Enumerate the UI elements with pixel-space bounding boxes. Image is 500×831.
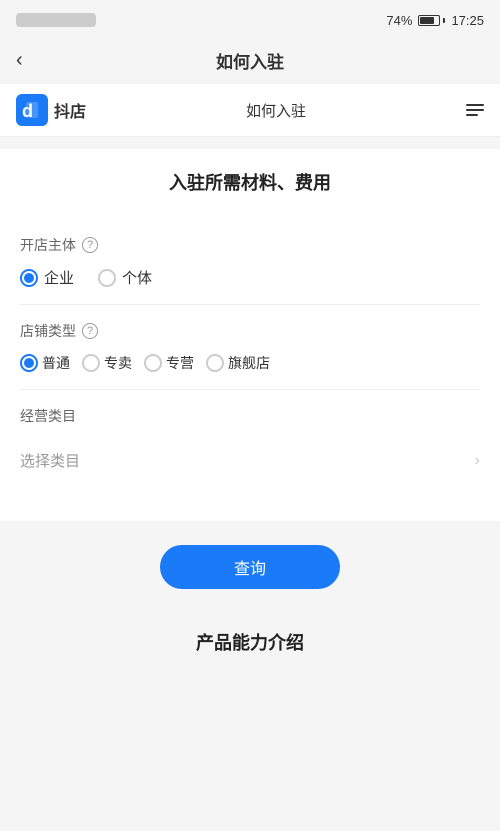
menu-line-3 [466, 114, 478, 116]
owner-type-label: 开店主体 ? [20, 235, 480, 255]
radio-label-exclusive: 专卖 [104, 353, 132, 373]
radio-circle-exclusive [82, 354, 100, 372]
back-button[interactable]: ‹ [16, 49, 23, 72]
battery-icon [418, 15, 445, 26]
radio-circle-flagship [206, 354, 224, 372]
menu-icon[interactable] [466, 104, 484, 116]
app-header: d 抖店 如何入驻 [0, 84, 500, 137]
nav-bar: ‹ 如何入驻 [0, 36, 500, 84]
store-type-group: 店铺类型 ? 普通 专卖 专营 旗舰店 [20, 305, 480, 390]
radio-normal[interactable]: 普通 [20, 353, 70, 373]
owner-type-radio-group: 企业 个体 [20, 267, 480, 288]
category-label: 经营类目 [20, 406, 480, 426]
menu-line-2 [466, 109, 484, 111]
status-bar-app-info [16, 13, 96, 27]
radio-label-normal: 普通 [42, 353, 70, 373]
app-name: 抖店 [54, 98, 86, 122]
radio-enterprise[interactable]: 企业 [20, 267, 74, 288]
query-button[interactable]: 查询 [160, 545, 340, 589]
chevron-right-icon: › [475, 452, 480, 470]
radio-label-enterprise: 企业 [44, 267, 74, 288]
category-selector[interactable]: 选择类目 › [20, 438, 480, 475]
section-title: 入驻所需材料、费用 [20, 169, 480, 195]
radio-exclusive[interactable]: 专卖 [82, 353, 132, 373]
radio-circle-special [144, 354, 162, 372]
menu-line-1 [466, 104, 484, 106]
app-logo-icon: d [16, 94, 48, 126]
app-header-center-title: 如何入驻 [246, 100, 306, 121]
bottom-section: 产品能力介绍 [0, 609, 500, 675]
owner-type-help-icon[interactable]: ? [82, 237, 98, 253]
app-logo: d 抖店 [16, 94, 86, 126]
bottom-title: 产品能力介绍 [20, 629, 480, 655]
battery-percent: 74% [386, 13, 412, 28]
category-placeholder: 选择类目 [20, 450, 80, 471]
store-type-help-icon[interactable]: ? [82, 323, 98, 339]
store-type-label: 店铺类型 ? [20, 321, 480, 341]
radio-circle-enterprise [20, 269, 38, 287]
status-bar-right: 74% 17:25 [386, 13, 484, 28]
radio-circle-individual [98, 269, 116, 287]
category-group: 经营类目 选择类目 › [20, 390, 480, 491]
store-type-radio-group: 普通 专卖 专营 旗舰店 [20, 353, 480, 373]
radio-label-special: 专营 [166, 353, 194, 373]
radio-individual[interactable]: 个体 [98, 267, 152, 288]
main-card: 入驻所需材料、费用 开店主体 ? 企业 个体 店铺类型 ? 普通 [0, 149, 500, 521]
svg-text:d: d [22, 101, 33, 121]
time-display: 17:25 [451, 13, 484, 28]
owner-type-group: 开店主体 ? 企业 个体 [20, 219, 480, 305]
radio-circle-normal [20, 354, 38, 372]
radio-flagship[interactable]: 旗舰店 [206, 353, 270, 373]
status-bar: 74% 17:25 [0, 0, 500, 36]
query-btn-wrap: 查询 [0, 521, 500, 609]
radio-label-flagship: 旗舰店 [228, 353, 270, 373]
radio-label-individual: 个体 [122, 267, 152, 288]
nav-title: 如何入驻 [216, 48, 284, 73]
radio-special[interactable]: 专营 [144, 353, 194, 373]
